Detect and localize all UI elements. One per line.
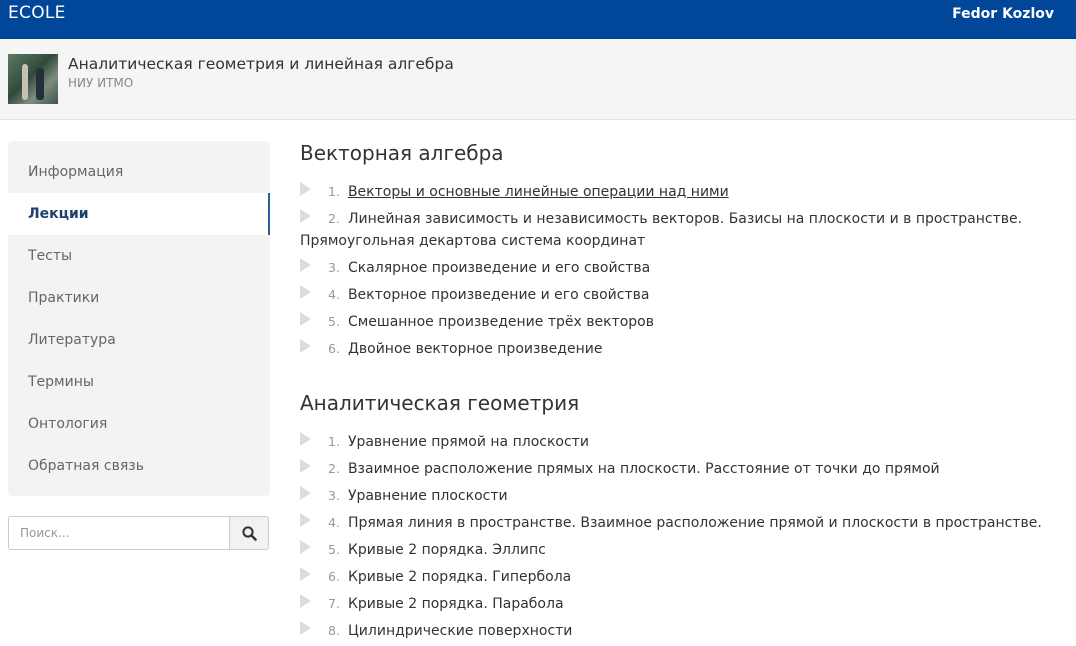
lesson-title[interactable]: Кривые 2 порядка. Эллипс — [348, 542, 546, 558]
play-icon — [300, 567, 311, 581]
lesson-item[interactable]: 1. Векторы и основные линейные операции н… — [300, 181, 1076, 203]
course-organization: НИУ ИТМО — [68, 76, 134, 90]
lesson-number: 5. — [328, 314, 340, 329]
user-name[interactable]: Fedor Kozlov — [952, 6, 1054, 22]
lesson-item[interactable]: 6. Кривые 2 порядка. Гипербола — [300, 566, 1076, 588]
lesson-title[interactable]: Кривые 2 порядка. Гипербола — [348, 569, 571, 585]
search-input[interactable] — [8, 516, 230, 550]
lesson-item[interactable]: 6. Двойное векторное произведение — [300, 338, 1076, 360]
lesson-number: 7. — [328, 596, 340, 611]
sidebar-item-ontology[interactable]: Онтология — [8, 403, 270, 445]
sidebar-item-tests[interactable]: Тесты — [8, 235, 270, 277]
lesson-number: 1. — [328, 184, 340, 199]
brand-logo[interactable]: ECOLE — [8, 3, 66, 23]
lesson-item[interactable]: 2. Линейная зависимость и независимость в… — [300, 208, 1076, 252]
lesson-number: 2. — [328, 461, 340, 476]
section-title-analytic-geometry: Аналитическая геометрия — [300, 391, 580, 415]
course-header: Аналитическая геометрия и линейная алгеб… — [0, 39, 1076, 120]
sidebar-item-feedback[interactable]: Обратная связь — [8, 445, 270, 487]
lesson-item[interactable]: 4. Прямая линия в пространстве. Взаимное … — [300, 512, 1076, 534]
search-box — [8, 516, 269, 550]
play-icon — [300, 486, 311, 500]
lesson-number: 5. — [328, 542, 340, 557]
lesson-title[interactable]: Уравнение плоскости — [348, 488, 508, 504]
lesson-item[interactable]: 8. Цилиндрические поверхности — [300, 620, 1076, 642]
lesson-item[interactable]: 3. Уравнение плоскости — [300, 485, 1076, 507]
play-icon — [300, 459, 311, 473]
lesson-title[interactable]: Цилиндрические поверхности — [348, 623, 572, 639]
play-icon — [300, 513, 311, 527]
lesson-number: 1. — [328, 434, 340, 449]
play-icon — [300, 339, 311, 353]
play-icon — [300, 432, 311, 446]
lesson-title[interactable]: Двойное векторное произведение — [348, 341, 603, 357]
lesson-number: 2. — [328, 211, 340, 226]
search-icon — [242, 526, 257, 541]
play-icon — [300, 285, 311, 299]
sidebar-item-practices[interactable]: Практики — [8, 277, 270, 319]
play-icon — [300, 540, 311, 554]
lesson-title[interactable]: Векторное произведение и его свойства — [348, 287, 650, 303]
sidebar-item-lectures[interactable]: Лекции — [8, 193, 270, 235]
lesson-title[interactable]: Линейная зависимость и независимость век… — [300, 211, 1022, 249]
lesson-link[interactable]: Векторы и основные линейные операции над… — [348, 184, 729, 200]
lesson-number: 3. — [328, 488, 340, 503]
play-icon — [300, 209, 311, 223]
search-button[interactable] — [229, 516, 269, 550]
lesson-number: 8. — [328, 623, 340, 638]
lesson-title[interactable]: Уравнение прямой на плоскости — [348, 434, 589, 450]
lesson-item[interactable]: 4. Векторное произведение и его свойства — [300, 284, 1076, 306]
sidebar-item-terms[interactable]: Термины — [8, 361, 270, 403]
lesson-number: 6. — [328, 569, 340, 584]
lesson-title[interactable]: Скалярное произведение и его свойства — [348, 260, 650, 276]
play-icon — [300, 258, 311, 272]
lesson-number: 4. — [328, 287, 340, 302]
play-icon — [300, 621, 311, 635]
play-icon — [300, 312, 311, 326]
lesson-number: 6. — [328, 341, 340, 356]
lesson-number: 4. — [328, 515, 340, 530]
lesson-item[interactable]: 1. Уравнение прямой на плоскости — [300, 431, 1076, 453]
lesson-item[interactable]: 7. Кривые 2 порядка. Парабола — [300, 593, 1076, 615]
course-title: Аналитическая геометрия и линейная алгеб… — [68, 55, 454, 73]
course-thumbnail — [8, 54, 58, 104]
lesson-title[interactable]: Смешанное произведение трёх векторов — [348, 314, 654, 330]
lesson-title[interactable]: Кривые 2 порядка. Парабола — [348, 596, 564, 612]
lesson-title[interactable]: Взаимное расположение прямых на плоскост… — [348, 461, 940, 477]
lesson-number: 3. — [328, 260, 340, 275]
lesson-item[interactable]: 5. Смешанное произведение трёх векторов — [300, 311, 1076, 333]
section-title-vector-algebra: Векторная алгебра — [300, 141, 504, 165]
sidebar-menu: Информация Лекции Тесты Практики Литерат… — [8, 141, 270, 496]
lesson-item[interactable]: 2. Взаимное расположение прямых на плоско… — [300, 458, 1076, 480]
play-icon — [300, 182, 311, 196]
sidebar-item-info[interactable]: Информация — [8, 151, 270, 193]
lesson-title[interactable]: Прямая линия в пространстве. Взаимное ра… — [348, 515, 1042, 531]
lesson-item[interactable]: 5. Кривые 2 порядка. Эллипс — [300, 539, 1076, 561]
play-icon — [300, 594, 311, 608]
top-navbar: ECOLE Fedor Kozlov — [0, 0, 1076, 39]
lesson-item[interactable]: 3. Скалярное произведение и его свойства — [300, 257, 1076, 279]
sidebar-item-literature[interactable]: Литература — [8, 319, 270, 361]
